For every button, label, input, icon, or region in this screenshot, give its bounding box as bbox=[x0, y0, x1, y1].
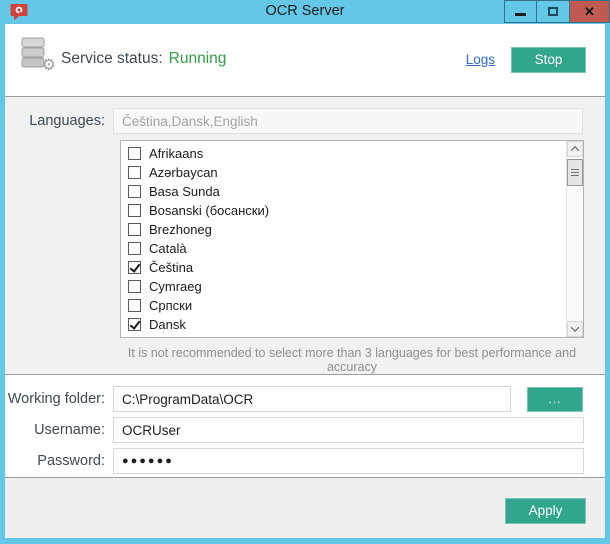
scrollbar-down-button[interactable] bbox=[567, 321, 583, 337]
working-folder-input[interactable] bbox=[113, 386, 511, 412]
maximize-icon bbox=[548, 7, 558, 16]
chevron-down-icon bbox=[571, 323, 579, 331]
language-label: Bosanski (босански) bbox=[149, 203, 269, 218]
apply-button[interactable]: Apply bbox=[505, 498, 586, 524]
language-row[interactable]: Bosanski (босански) bbox=[128, 201, 583, 220]
language-row[interactable]: Dansk bbox=[128, 315, 583, 334]
language-row[interactable]: Deutsch bbox=[128, 334, 583, 338]
language-row[interactable]: Català bbox=[128, 239, 583, 258]
minimize-icon bbox=[515, 13, 526, 16]
language-label: Basa Sunda bbox=[149, 184, 220, 199]
language-row[interactable]: Brezhoneg bbox=[128, 220, 583, 239]
minimize-button[interactable] bbox=[504, 0, 537, 23]
scrollbar-track[interactable] bbox=[566, 141, 583, 337]
browse-button[interactable]: ... bbox=[527, 387, 583, 412]
service-status-value: Running bbox=[169, 50, 227, 67]
language-row[interactable]: Cymraeg bbox=[128, 277, 583, 296]
close-button[interactable]: ✕ bbox=[570, 0, 610, 23]
language-checkbox[interactable] bbox=[128, 166, 141, 179]
language-row[interactable]: Basa Sunda bbox=[128, 182, 583, 201]
ocr-server-window: OCR Server ✕ ⚙ Service status: Running Lo… bbox=[0, 0, 610, 544]
stop-button[interactable]: Stop bbox=[511, 47, 586, 73]
maximize-button[interactable] bbox=[537, 0, 570, 23]
footer-section: Apply bbox=[5, 478, 605, 538]
language-checkbox[interactable] bbox=[128, 147, 141, 160]
service-status-section: ⚙ Service status: Running Logs Stop bbox=[5, 24, 605, 96]
language-label: Dansk bbox=[149, 317, 186, 332]
close-icon: ✕ bbox=[584, 5, 595, 18]
server-database-icon: ⚙ bbox=[21, 37, 53, 75]
language-row[interactable]: Српски bbox=[128, 296, 583, 315]
language-checkbox[interactable] bbox=[128, 280, 141, 293]
language-label: Српски bbox=[149, 298, 192, 313]
titlebar: OCR Server ✕ bbox=[0, 0, 610, 24]
service-status-label: Service status: bbox=[61, 50, 163, 67]
language-label: Azərbaycan bbox=[149, 165, 218, 180]
language-label: Brezhoneg bbox=[149, 222, 212, 237]
password-label: Password: bbox=[5, 453, 105, 469]
language-row[interactable]: Čeština bbox=[128, 258, 583, 277]
languages-section: Languages: Afrikaans Azərbaycan Basa Sunda… bbox=[5, 97, 605, 374]
language-checkbox[interactable] bbox=[128, 223, 141, 236]
username-label: Username: bbox=[5, 422, 105, 438]
language-checkbox[interactable] bbox=[128, 318, 141, 331]
language-checkbox[interactable] bbox=[128, 299, 141, 312]
scrollbar-up-button[interactable] bbox=[567, 141, 583, 157]
language-row[interactable]: Azərbaycan bbox=[128, 163, 583, 182]
settings-section: Working folder: ... Username: Password: bbox=[5, 375, 605, 477]
languages-selected-input[interactable] bbox=[113, 108, 583, 134]
language-checkbox[interactable] bbox=[128, 337, 141, 338]
language-checkbox[interactable] bbox=[128, 185, 141, 198]
chevron-up-icon bbox=[571, 146, 579, 154]
language-row[interactable]: Afrikaans bbox=[128, 144, 583, 163]
language-label: Cymraeg bbox=[149, 279, 202, 294]
gear-icon: ⚙ bbox=[42, 58, 56, 74]
language-checkbox[interactable] bbox=[128, 204, 141, 217]
language-label: Čeština bbox=[149, 260, 193, 275]
language-checkbox[interactable] bbox=[128, 261, 141, 274]
scrollbar-grip-icon bbox=[571, 169, 579, 176]
password-input[interactable] bbox=[113, 448, 584, 474]
languages-label: Languages: bbox=[5, 113, 105, 129]
language-label: Català bbox=[149, 241, 187, 256]
language-label: Afrikaans bbox=[149, 146, 203, 161]
username-input[interactable] bbox=[113, 417, 584, 443]
language-label: Deutsch bbox=[149, 336, 197, 338]
language-listbox[interactable]: Afrikaans Azərbaycan Basa Sunda Bosanski (б… bbox=[120, 140, 584, 338]
scrollbar-thumb[interactable] bbox=[567, 159, 583, 186]
working-folder-label: Working folder: bbox=[5, 391, 105, 407]
logs-link[interactable]: Logs bbox=[466, 52, 495, 67]
languages-note: It is not recommended to select more tha… bbox=[113, 346, 591, 374]
language-checkbox[interactable] bbox=[128, 242, 141, 255]
